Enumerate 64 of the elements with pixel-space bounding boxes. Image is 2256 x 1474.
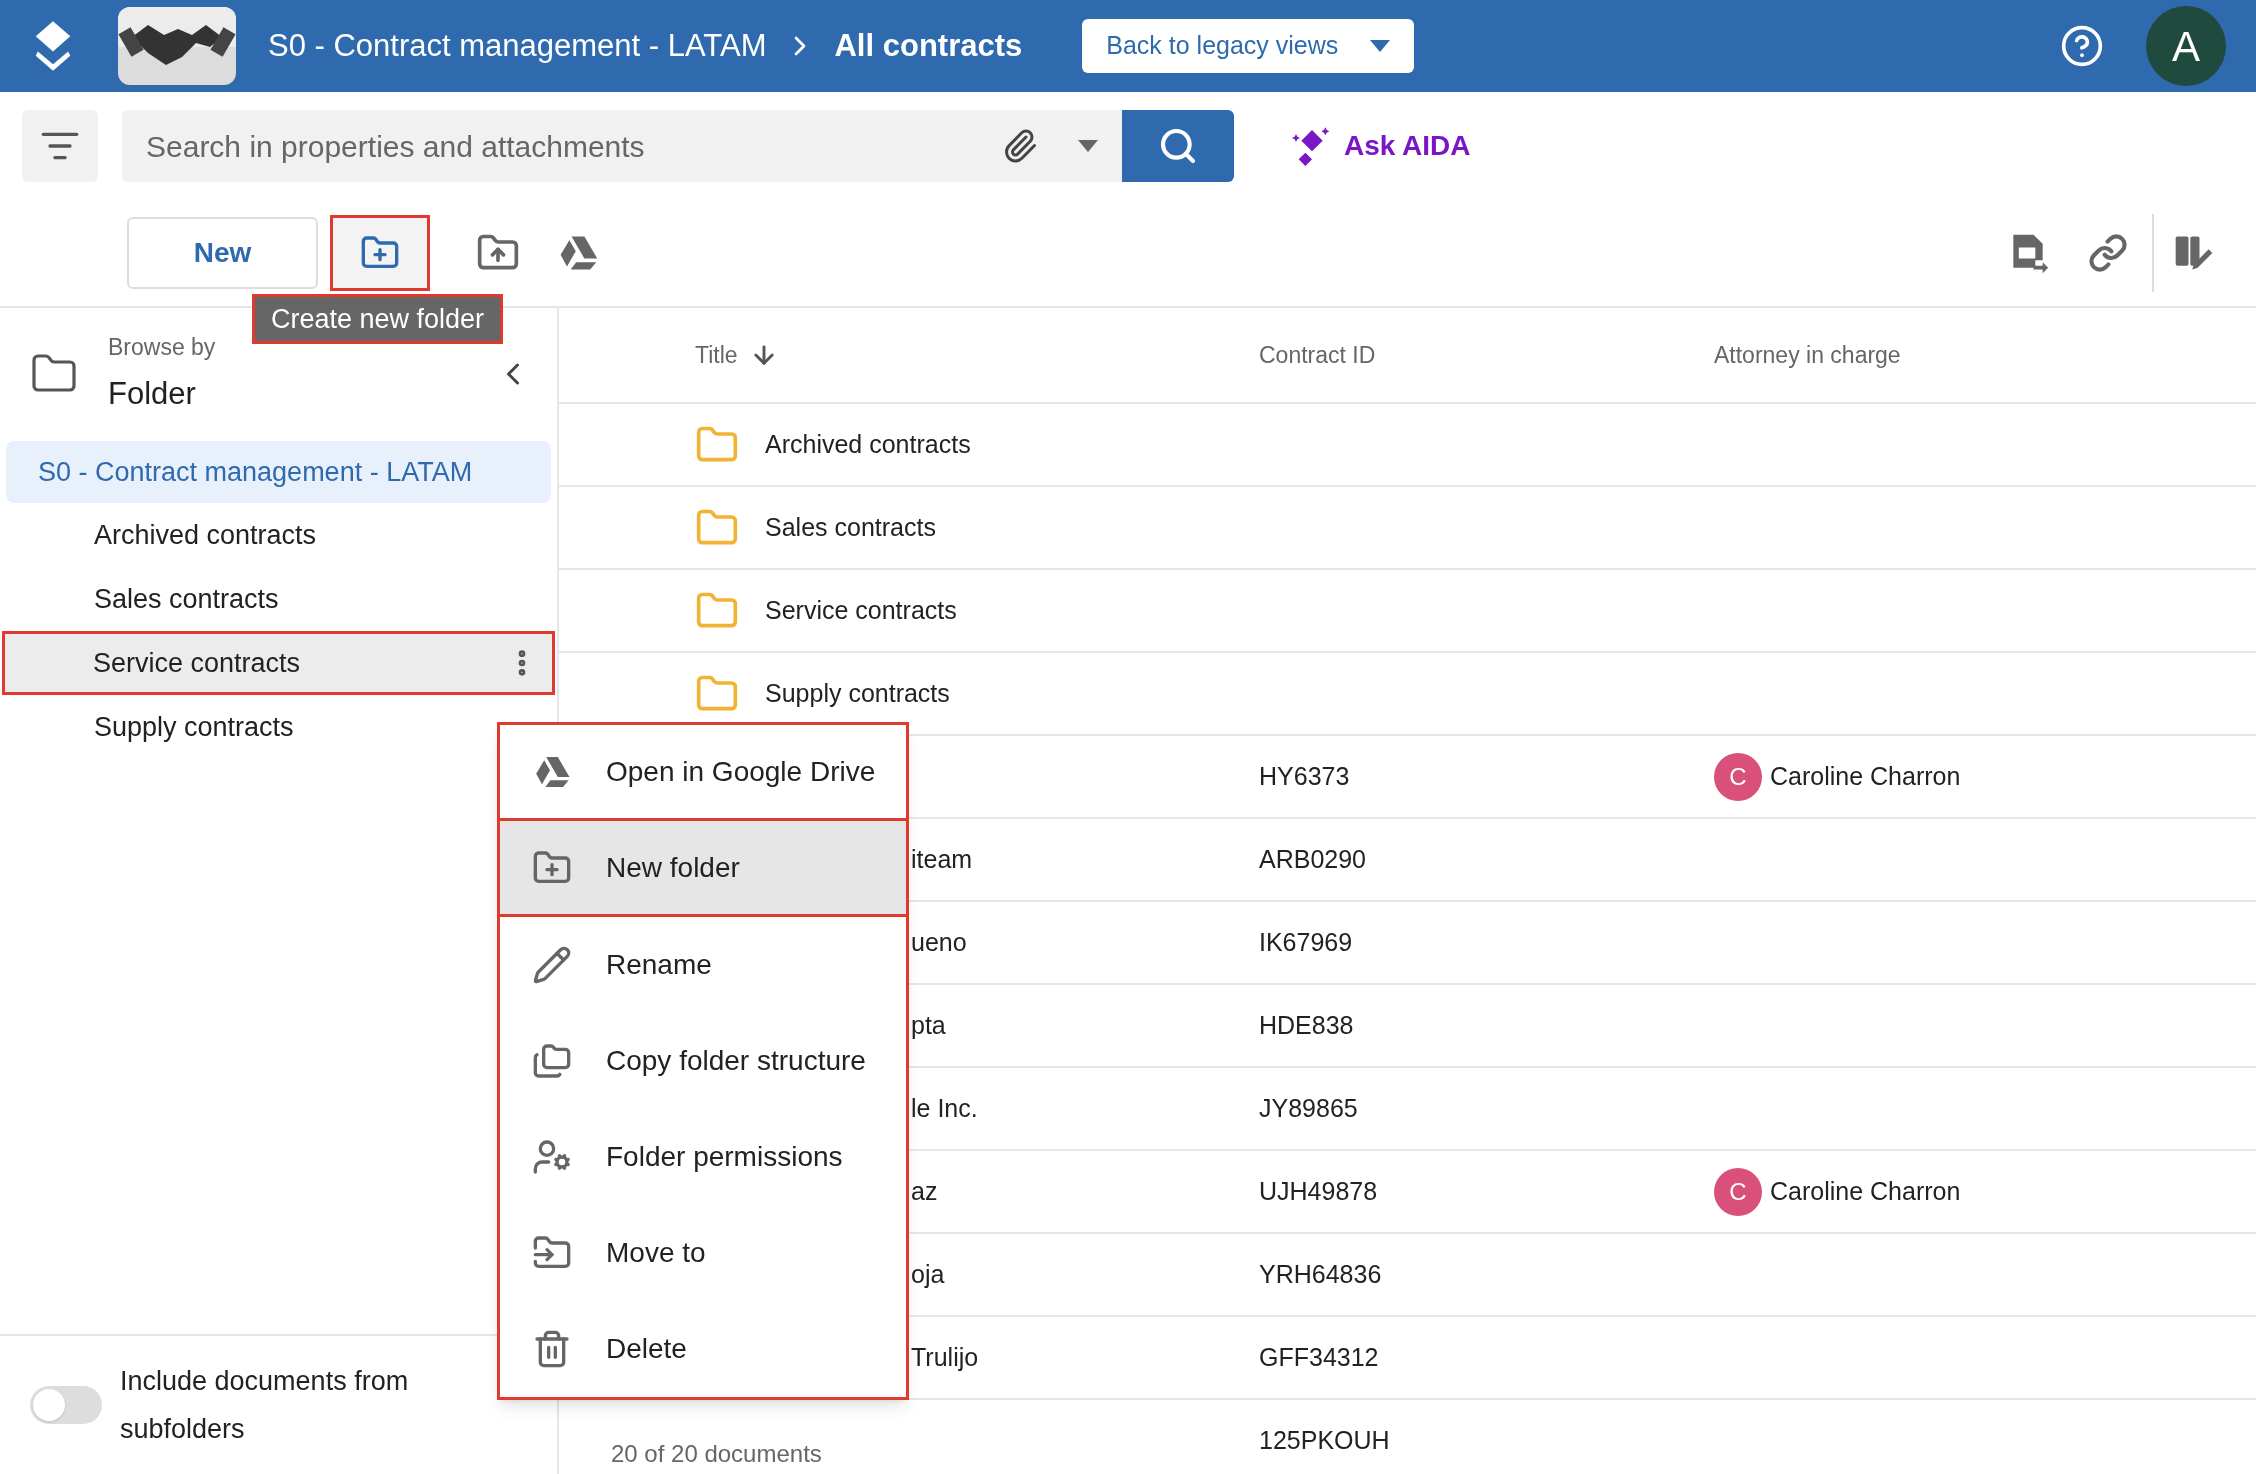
browse-mode[interactable]: Folder <box>108 370 216 417</box>
menu-item[interactable]: Rename <box>500 917 906 1013</box>
table-cell-text: Caroline Charron <box>1770 760 1961 792</box>
new-button[interactable]: New <box>127 217 318 289</box>
table-cell[interactable]: az <box>911 1172 938 1211</box>
table-cell-text: HDE838 <box>1259 1009 1355 1041</box>
tooltip: Create new folder <box>252 294 504 344</box>
tree-item[interactable]: Archived contracts <box>6 503 551 567</box>
caret-icon[interactable] <box>1078 140 1098 152</box>
search-button[interactable] <box>1122 110 1234 182</box>
tree-item[interactable]: S0 - Contract management - LATAM <box>6 441 551 503</box>
column-header[interactable]: Title <box>695 337 738 373</box>
page-title: All contracts <box>834 26 1023 65</box>
user-avatar: C <box>1714 752 1762 801</box>
search-input[interactable]: Search in properties and attachments <box>146 123 1002 169</box>
table-cell[interactable]: pta <box>911 1006 946 1045</box>
menu-item[interactable]: Copy folder structure <box>500 1013 906 1109</box>
table-cell-text: YRH64836 <box>1259 1258 1383 1290</box>
toggle-label: Include documents from subfolders <box>120 1365 410 1446</box>
paperclip-icon[interactable] <box>1002 128 1038 164</box>
tree-item[interactable]: Sales contracts <box>6 567 551 631</box>
menu-item[interactable]: New folder <box>500 821 906 917</box>
pencil-icon <box>532 945 572 985</box>
table-cell[interactable]: Archived contracts <box>765 425 971 464</box>
table-cell-text: UJH49878 <box>1259 1175 1379 1207</box>
menu-item[interactable]: Move to <box>500 1205 906 1301</box>
table-cell-text: ARB0290 <box>1259 843 1368 875</box>
table-cell[interactable]: Service contracts <box>765 591 957 630</box>
filter-panel-button[interactable] <box>22 110 98 182</box>
sparkle-icon <box>1292 126 1332 166</box>
table-cell-text: JY89865 <box>1259 1092 1359 1124</box>
table-cell[interactable]: iteam <box>911 840 973 879</box>
table-cell-text: Caroline Charron <box>1770 1175 1961 1207</box>
search-icon <box>1158 126 1198 166</box>
table-cell-text: 125PKOUH <box>1259 1424 1391 1456</box>
table-cell[interactable]: oja <box>911 1255 945 1294</box>
table-cell[interactable]: Supply contracts <box>765 674 950 713</box>
table-cell[interactable]: le Inc. <box>911 1089 978 1128</box>
browse-by-label: Browse by <box>108 333 216 362</box>
table-cell[interactable]: Trulijo <box>911 1338 979 1377</box>
caret-icon <box>1370 40 1391 52</box>
table-cell-text: GFF34312 <box>1259 1341 1380 1373</box>
ask-aida-button[interactable]: Ask AIDA <box>1292 125 1471 167</box>
user-avatar[interactable]: A <box>2146 6 2226 86</box>
folders-icon <box>532 1041 572 1081</box>
link-icon[interactable] <box>2088 233 2128 273</box>
user-gear-icon <box>532 1137 572 1177</box>
legacy-views-button[interactable]: Back to legacy views <box>1082 19 1415 73</box>
menu-item[interactable]: Folder permissions <box>500 1109 906 1205</box>
help-icon[interactable] <box>2060 24 2104 68</box>
user-avatar: C <box>1714 1167 1762 1216</box>
tree-item[interactable]: Service contracts <box>2 631 555 695</box>
create-folder-button[interactable] <box>330 215 430 291</box>
search-field[interactable]: Search in properties and attachments <box>122 110 1122 182</box>
table-cell-text: HY6373 <box>1259 760 1351 792</box>
column-header[interactable]: Contract ID <box>1259 337 1714 373</box>
table-cell[interactable]: ueno <box>911 923 967 962</box>
menu-item[interactable]: Delete <box>500 1301 906 1397</box>
menu-item[interactable]: Open in Google Drive <box>500 725 906 821</box>
table-cell-text: IK67969 <box>1259 926 1354 958</box>
column-header[interactable]: Attorney in charge <box>1714 337 1901 373</box>
breadcrumb-link[interactable]: S0 - Contract management - LATAM <box>268 22 767 70</box>
table-cell[interactable]: Sales contracts <box>765 508 936 547</box>
toggle-switch[interactable] <box>30 1386 102 1424</box>
